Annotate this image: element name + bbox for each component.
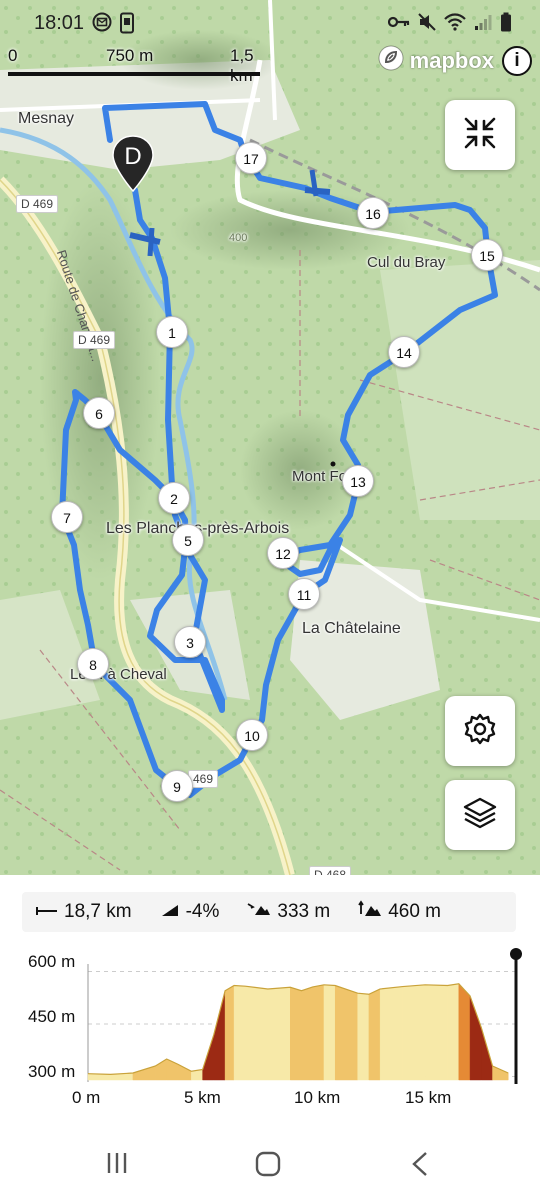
elevation-segment bbox=[213, 990, 226, 1081]
grade-value: -4% bbox=[185, 901, 220, 922]
waypoint-16[interactable]: 16 bbox=[357, 197, 389, 229]
position-cursor-handle bbox=[510, 948, 522, 960]
recents-button[interactable] bbox=[104, 1150, 130, 1181]
elevation-segment bbox=[469, 995, 482, 1081]
recents-icon bbox=[107, 1153, 127, 1173]
place-label-mesnay: Mesnay bbox=[18, 110, 75, 127]
stat-distance: 18,7 km bbox=[36, 901, 132, 923]
scale-line bbox=[8, 72, 260, 76]
elevation-segment bbox=[233, 985, 246, 1081]
back-icon bbox=[412, 1152, 427, 1176]
elevation-segment bbox=[357, 992, 370, 1081]
status-bar: 18:01 bbox=[0, 0, 540, 46]
stat-ascent: 460 m bbox=[358, 900, 441, 924]
elevation-segment bbox=[458, 983, 471, 1081]
ascent-value: 460 m bbox=[388, 901, 442, 922]
waypoint-5[interactable]: 5 bbox=[172, 524, 204, 556]
descent-value: 333 m bbox=[277, 901, 331, 922]
home-button[interactable] bbox=[254, 1150, 282, 1183]
waypoint-17[interactable]: 17 bbox=[235, 142, 267, 174]
waypoint-6[interactable]: 6 bbox=[83, 397, 115, 429]
elevation-segment bbox=[447, 983, 460, 1081]
road-shield-d469-a: D 469 bbox=[16, 195, 59, 213]
collapse-arrows-icon bbox=[462, 115, 498, 156]
elevation-segment bbox=[334, 985, 358, 1081]
mapbox-logo-icon bbox=[377, 44, 405, 77]
descent-icon bbox=[247, 901, 271, 923]
x-tick-label: 0 m bbox=[72, 1088, 101, 1107]
mapbox-attribution[interactable]: mapbox bbox=[377, 44, 494, 77]
grade-icon bbox=[160, 901, 180, 923]
phone-notification-icon bbox=[118, 12, 136, 39]
waypoint-15[interactable]: 15 bbox=[471, 239, 503, 271]
waypoint-1[interactable]: 1 bbox=[156, 316, 188, 348]
waypoint-12[interactable]: 12 bbox=[267, 537, 299, 569]
map-view[interactable]: 18:01 0 750 m 1,5 mapbox i Mesnay Cul du… bbox=[0, 0, 540, 875]
waypoint-14[interactable]: 14 bbox=[388, 336, 420, 368]
stat-descent: 333 m bbox=[247, 901, 330, 923]
ascent-icon bbox=[358, 900, 382, 924]
elevation-profile[interactable]: 600 m 450 m 300 m 0 m 5 km 10 km 15 km bbox=[0, 940, 540, 1120]
map-info-button[interactable]: i bbox=[502, 46, 532, 76]
key-icon bbox=[387, 15, 410, 34]
scale-label-mid: 750 m bbox=[106, 46, 154, 65]
elevation-segment bbox=[177, 1063, 192, 1081]
elevation-segment bbox=[267, 986, 291, 1081]
elevation-chart-svg bbox=[87, 948, 522, 1084]
elevation-segment bbox=[312, 984, 325, 1081]
map-scale-bar: 0 750 m 1,5 km bbox=[8, 46, 260, 85]
elevation-segment bbox=[368, 988, 381, 1081]
scale-label-0: 0 bbox=[8, 46, 18, 65]
stat-grade: -4% bbox=[160, 901, 220, 923]
road-shield-d468: D 468 bbox=[309, 866, 352, 875]
start-marker[interactable]: D bbox=[110, 134, 156, 193]
place-label-cul-du-bray: Cul du Bray bbox=[367, 254, 446, 271]
elevation-segment bbox=[132, 1065, 156, 1081]
layers-icon bbox=[462, 795, 498, 836]
back-button[interactable] bbox=[408, 1150, 432, 1183]
waypoint-3[interactable]: 3 bbox=[174, 626, 206, 658]
waypoint-13[interactable]: 13 bbox=[342, 465, 374, 497]
wifi-icon bbox=[444, 13, 466, 36]
waypoint-7[interactable]: 7 bbox=[51, 501, 83, 533]
elevation-segment bbox=[424, 984, 448, 1081]
waypoint-11[interactable]: 11 bbox=[288, 578, 320, 610]
elevation-segment bbox=[224, 985, 235, 1081]
waypoint-10[interactable]: 10 bbox=[236, 719, 268, 751]
settings-button[interactable] bbox=[445, 696, 515, 766]
mute-icon bbox=[418, 13, 436, 36]
waypoint-2[interactable]: 2 bbox=[158, 482, 190, 514]
distance-icon bbox=[36, 901, 58, 923]
mail-notification-icon bbox=[92, 12, 112, 39]
start-marker-letter: D bbox=[124, 143, 141, 170]
home-icon bbox=[255, 1151, 281, 1177]
map-layers-button[interactable] bbox=[445, 780, 515, 850]
place-label-la-chatelaine: La Châtelaine bbox=[302, 620, 401, 637]
contour-label-400-a: 400 bbox=[229, 232, 248, 244]
elevation-segment bbox=[290, 986, 302, 1081]
mapbox-logo-text: mapbox bbox=[409, 47, 494, 73]
elevation-segment bbox=[323, 984, 336, 1081]
distance-value: 18,7 km bbox=[64, 901, 132, 922]
x-tick-label: 5 km bbox=[184, 1088, 221, 1107]
route-stats-bar: 18,7 km -4% 333 m 460 m bbox=[22, 892, 516, 932]
signal-icon bbox=[474, 13, 492, 36]
scale-label-max: 1,5 km bbox=[230, 46, 254, 85]
x-tick-label: 10 km bbox=[294, 1088, 341, 1107]
battery-icon bbox=[500, 12, 512, 37]
elevation-segment bbox=[245, 985, 269, 1081]
elevation-segment bbox=[492, 1065, 509, 1081]
gear-icon bbox=[463, 712, 497, 751]
x-tick-label: 15 km bbox=[405, 1088, 452, 1107]
elevation-segment bbox=[301, 986, 313, 1081]
elevation-segment bbox=[379, 986, 403, 1081]
waypoint-8[interactable]: 8 bbox=[77, 648, 109, 680]
collapse-map-button[interactable] bbox=[445, 100, 515, 170]
waypoint-9[interactable]: 9 bbox=[161, 770, 193, 802]
android-nav-bar bbox=[0, 1130, 540, 1200]
status-time: 18:01 bbox=[34, 12, 85, 34]
road-shield-d469-b: D 469 bbox=[73, 331, 116, 349]
elevation-segment bbox=[402, 984, 426, 1081]
